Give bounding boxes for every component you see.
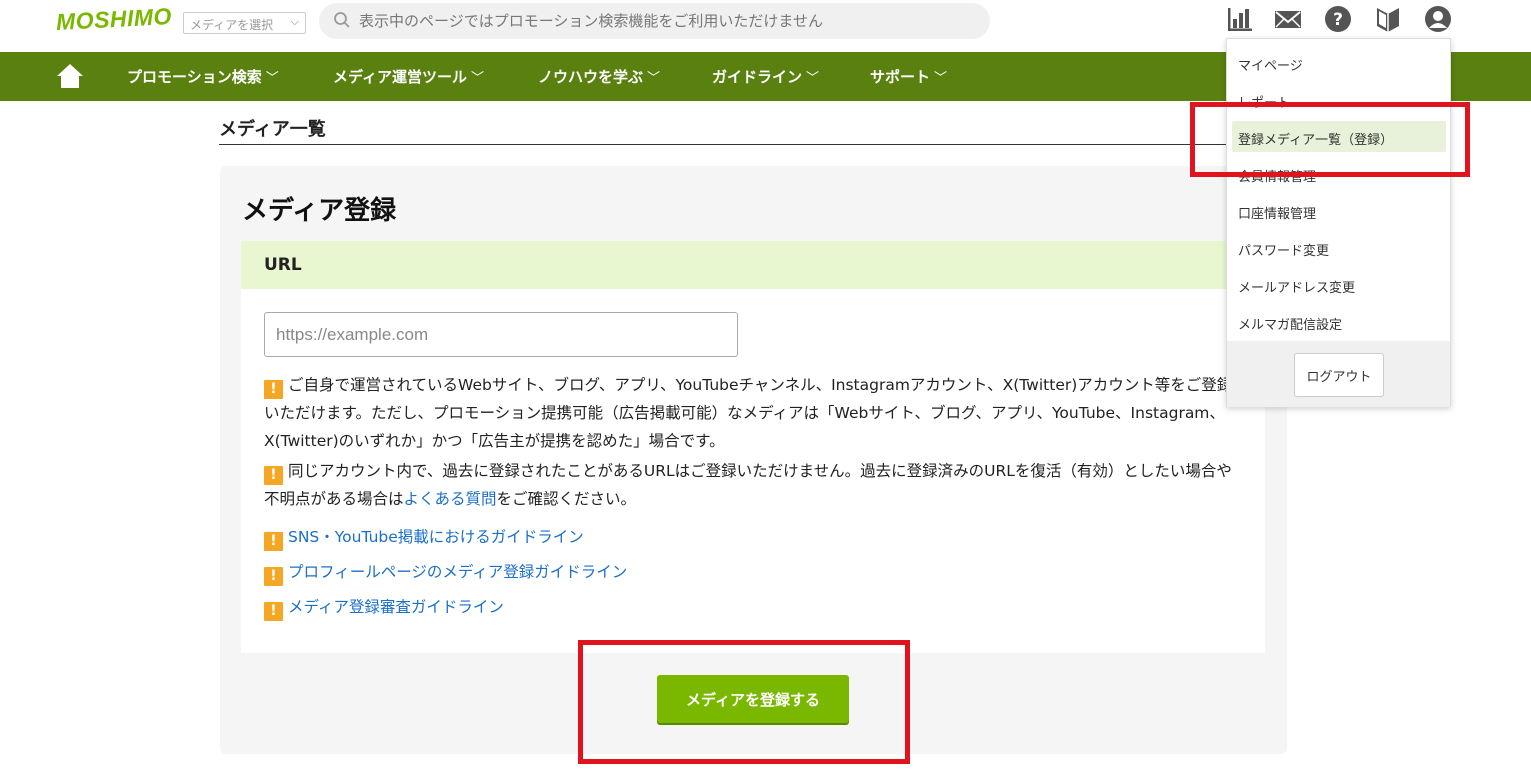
guideline-link-row: ! SNS・YouTube掲載におけるガイドライン [264, 525, 584, 551]
menu-item-email-change[interactable]: メールアドレス変更 [1232, 269, 1446, 300]
moshimo-logo[interactable]: MOSHIMO [55, 3, 172, 36]
menu-item-report[interactable]: レポート [1232, 84, 1446, 115]
guideline-link-row: ! メディア登録審査ガイドライン [264, 595, 504, 621]
logout-button[interactable]: ログアウト [1294, 353, 1384, 397]
media-register-card: メディア登録 URL !ご自身で運営されているWebサイト、ブログ、アプリ、Yo… [220, 166, 1287, 754]
nav-knowhow[interactable]: ノウハウを学ぶ ﹀ [538, 66, 660, 87]
search-input[interactable] [359, 3, 979, 39]
beginner-mark-icon[interactable] [1374, 5, 1402, 33]
menu-item-registered-media[interactable]: 登録メディア一覧（登録） [1232, 121, 1446, 152]
nav-media-tools[interactable]: メディア運営ツール ﹀ [333, 66, 484, 87]
guideline-link-row: ! プロフィールページのメディア登録ガイドライン [264, 560, 627, 586]
note-media-types: ! ご自身で運営されているWebサイト、ブログ、アプリ、YouTubeチャンネル、… [264, 376, 1233, 450]
search-icon [333, 11, 351, 33]
chevron-down-icon: ﹀ [265, 71, 279, 86]
register-media-button[interactable]: メディアを登録する [657, 675, 849, 723]
sns-youtube-guideline-link[interactable]: SNS・YouTube掲載におけるガイドライン [288, 528, 584, 546]
dropdown-footer: ログアウト [1227, 341, 1450, 407]
nav-promotion-search[interactable]: プロモーション検索 ﹀ [127, 66, 279, 87]
card-title: メディア登録 [242, 196, 397, 226]
user-account-icon[interactable] [1424, 5, 1452, 33]
chevron-down-icon: ﹀ [934, 71, 948, 86]
note-duplicate-url: ! 同じアカウント内で、過去に登録されたことがあるURLはご登録いただけません。過… [264, 462, 1232, 508]
media-select-dropdown[interactable]: メディアを選択 ⌵ [183, 12, 306, 34]
page-title: メディア一覧 [219, 115, 1269, 145]
chevron-down-icon: ﹀ [647, 71, 661, 86]
faq-link[interactable]: よくある質問 [404, 490, 497, 508]
url-section-header: URL [241, 241, 1265, 289]
warning-icon: ! [264, 567, 283, 586]
warning-icon: ! [264, 380, 283, 399]
chevron-down-icon: ⌵ [290, 15, 299, 28]
svg-text:?: ? [1333, 10, 1343, 30]
home-icon[interactable] [56, 63, 84, 93]
profile-page-guideline-link[interactable]: プロフィールページのメディア登録ガイドライン [288, 563, 627, 581]
help-icon[interactable]: ? [1324, 5, 1352, 33]
menu-item-member-info[interactable]: 会員情報管理 [1232, 158, 1446, 189]
menu-item-bank-account[interactable]: 口座情報管理 [1232, 195, 1446, 226]
media-review-guideline-link[interactable]: メディア登録審査ガイドライン [288, 598, 504, 616]
menu-item-password-change[interactable]: パスワード変更 [1232, 232, 1446, 263]
report-chart-icon[interactable] [1226, 5, 1254, 33]
chevron-down-icon: ﹀ [806, 71, 820, 86]
account-dropdown-menu: マイページ レポート 登録メディア一覧（登録） 会員情報管理 口座情報管理 パス… [1226, 38, 1451, 407]
url-section-body: !ご自身で運営されているWebサイト、ブログ、アプリ、YouTubeチャンネル、… [241, 289, 1265, 653]
nav-support[interactable]: サポート ﹀ [870, 66, 947, 87]
media-select-value: メディアを選択 [190, 18, 274, 32]
url-input[interactable] [264, 312, 738, 357]
menu-item-newsletter[interactable]: メルマガ配信設定 [1232, 306, 1446, 337]
search-bar[interactable] [319, 3, 990, 39]
warning-icon: ! [264, 466, 283, 485]
chevron-down-icon: ﹀ [470, 71, 484, 86]
mail-icon[interactable] [1274, 5, 1302, 33]
warning-icon: ! [264, 602, 283, 621]
menu-item-mypage[interactable]: マイページ [1232, 47, 1446, 78]
warning-icon: ! [264, 532, 283, 551]
nav-guidelines[interactable]: ガイドライン ﹀ [712, 66, 819, 87]
